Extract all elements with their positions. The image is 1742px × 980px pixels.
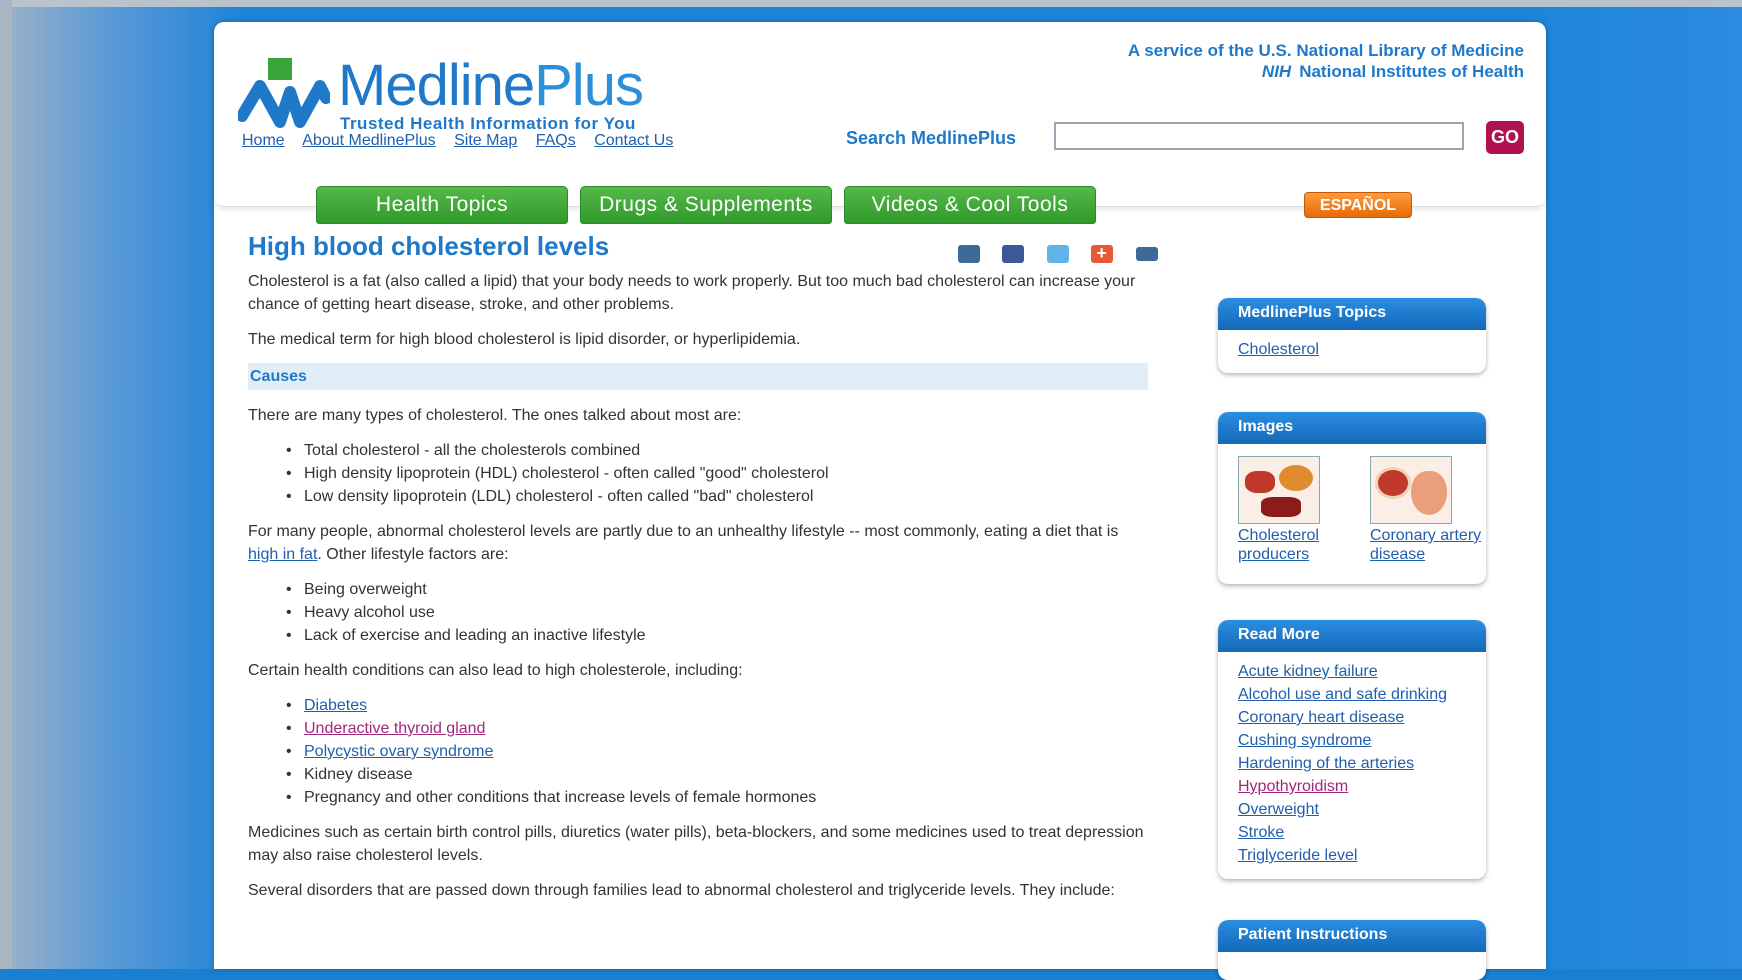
nih-name: National Institutes of Health [1299,62,1524,81]
images-box: Images Cholesterol producers Coronary ar… [1218,412,1486,584]
search-input[interactable] [1054,122,1464,150]
search-label: Search MedlinePlus [846,128,1017,148]
link-polycystic-ovary[interactable]: Polycystic ovary syndrome [304,743,493,760]
link-site-map[interactable]: Site Map [454,132,517,149]
read-more-box: Read More Acute kidney failure Alcohol u… [1218,620,1486,879]
link-faqs[interactable]: FAQs [536,132,576,149]
list-item: Being overweight [286,578,1148,601]
link-acute-kidney-failure[interactable]: Acute kidney failure [1238,663,1378,680]
list-item: Low density lipoprotein (LDL) cholestero… [286,485,1148,508]
print-icon[interactable] [1135,246,1158,261]
link-alcohol-use[interactable]: Alcohol use and safe drinking [1238,686,1447,703]
email-icon[interactable] [958,244,980,263]
twitter-icon[interactable] [1046,244,1069,263]
lifestyle-paragraph: For many people, abnormal cholesterol le… [248,523,1119,563]
images-box-title: Images [1218,412,1486,444]
nih-abbr: NIH [1261,62,1292,81]
tab-drugs-supplements[interactable]: Drugs & Supplements [580,186,832,224]
conditions-intro: Certain health conditions can also lead … [248,662,743,679]
nih-line: NIH National Institutes of Health [1128,61,1524,82]
read-more-title: Read More [1218,620,1486,652]
types-intro: There are many types of cholesterol. The… [248,407,742,424]
list-item: Diabetes [286,694,1148,717]
types-list: Total cholesterol - all the cholesterols… [248,439,1148,508]
link-diabetes[interactable]: Diabetes [304,697,367,714]
link-home[interactable]: Home [242,132,285,149]
nlm-service-line[interactable]: A service of the U.S. National Library o… [1128,40,1524,82]
link-cholesterol-producers[interactable]: Cholesterol producers [1238,527,1319,563]
link-underactive-thyroid[interactable]: Underactive thyroid gland [304,720,485,737]
medicines-paragraph: Medicines such as certain birth control … [248,824,1144,864]
list-item: Heavy alcohol use [286,601,1148,624]
image-thumb[interactable]: Coronary artery disease [1370,456,1486,564]
article: High blood cholesterol levels Cholestero… [248,230,1158,914]
link-coronary-heart-disease[interactable]: Coronary heart disease [1238,709,1404,726]
service-text: A service of the U.S. National Library o… [1127,41,1524,60]
topics-box-title: MedlinePlus Topics [1218,298,1486,330]
link-cushing-syndrome[interactable]: Cushing syndrome [1238,732,1371,749]
logo-wordmark: MedlinePlus [338,53,644,118]
lifestyle-list: Being overweight Heavy alcohol use Lack … [248,578,1148,647]
link-hardening-arteries[interactable]: Hardening of the arteries [1238,755,1414,772]
link-cholesterol[interactable]: Cholesterol [1238,341,1319,358]
title-row: High blood cholesterol levels [248,230,1158,270]
link-triglyceride-level[interactable]: Triglyceride level [1238,847,1357,864]
list-item: Polycystic ovary syndrome [286,740,1148,763]
list-item: Underactive thyroid gland [286,717,1148,740]
topics-box: MedlinePlus Topics Cholesterol [1218,298,1486,373]
patient-instructions-title: Patient Instructions [1218,920,1486,952]
site-header: MedlinePlus Trusted Health Information f… [214,22,1546,207]
list-item: Pregnancy and other conditions that incr… [286,786,1148,809]
go-button[interactable]: GO [1486,121,1524,154]
tab-health-topics[interactable]: Health Topics [316,186,568,224]
disorders-paragraph: Several disorders that are passed down t… [248,882,1115,899]
list-item: Total cholesterol - all the cholesterols… [286,439,1148,462]
cholesterol-producers-image[interactable] [1238,456,1320,524]
share-toolbar [958,242,1176,265]
espanol-button[interactable]: ESPAÑOL [1304,192,1412,218]
web-page: MedlinePlus Trusted Health Information f… [214,22,1546,980]
link-high-in-fat[interactable]: high in fat [248,546,317,563]
intro-paragraph-2: The medical term for high blood choleste… [248,331,801,348]
link-overweight[interactable]: Overweight [1238,801,1319,818]
utility-links: Home About MedlinePlus Site Map FAQs Con… [242,132,687,150]
coronary-artery-image[interactable] [1370,456,1452,524]
image-thumb[interactable]: Cholesterol producers [1238,456,1358,564]
patient-instructions-box: Patient Instructions [1218,920,1486,980]
conditions-list: Diabetes Underactive thyroid gland Polyc… [248,694,1148,809]
logo-tagline: Trusted Health Information for You [340,114,636,133]
image-grid: Cholesterol producers Coronary artery dise… [1238,452,1481,572]
link-hypothyroidism[interactable]: Hypothyroidism [1238,778,1348,795]
link-contact[interactable]: Contact Us [594,132,673,149]
tab-videos-tools[interactable]: Videos & Cool Tools [844,186,1096,224]
add-icon[interactable] [1091,242,1114,265]
window-left-edge [0,0,12,969]
intro-paragraph-1: Cholesterol is a fat (also called a lipi… [248,273,1136,313]
list-item: Kidney disease [286,763,1148,786]
causes-heading: Causes [248,363,1148,390]
link-about[interactable]: About MedlinePlus [302,132,435,149]
link-coronary-artery-disease[interactable]: Coronary artery disease [1370,527,1481,563]
medlineplus-logo[interactable]: MedlinePlus Trusted Health Information f… [238,38,678,138]
list-item: High density lipoprotein (HDL) cholester… [286,462,1148,485]
medlineplus-logo-icon [238,58,330,128]
link-stroke[interactable]: Stroke [1238,824,1284,841]
page-title: High blood cholesterol levels [248,231,610,261]
window-top-edge [0,0,1742,7]
facebook-icon[interactable] [1002,244,1025,263]
list-item: Lack of exercise and leading an inactive… [286,624,1148,647]
